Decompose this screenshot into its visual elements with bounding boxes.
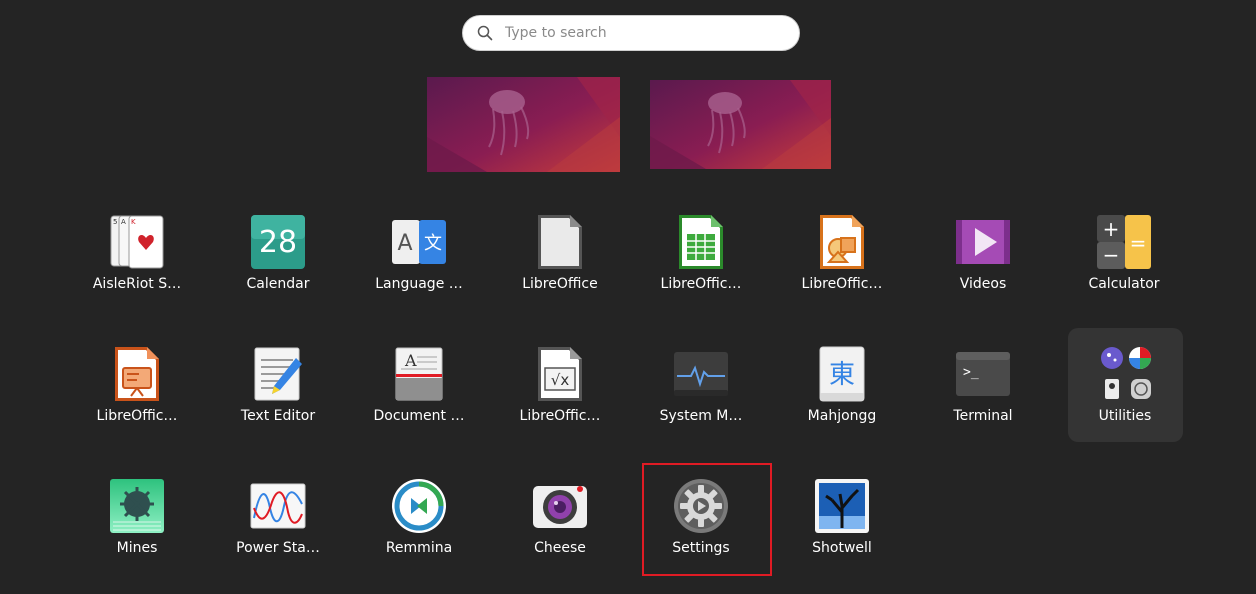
app-text-editor[interactable]: Text Editor [218,336,338,448]
app-mines[interactable]: Mines [77,468,197,580]
svg-text:=: = [1130,231,1147,255]
language-icon: A 文 [391,214,447,270]
libreoffice-impress-icon [109,346,165,402]
app-folder-utilities[interactable]: Utilities [1065,336,1185,448]
app-label: Mahjongg [807,408,877,424]
app-shotwell[interactable]: Shotwell [782,468,902,580]
remmina-icon [391,478,447,534]
system-monitor-icon [673,346,729,402]
utilities-folder-icon [1097,346,1153,402]
app-label: Terminal [953,408,1013,424]
app-language-support[interactable]: A 文 Language … [359,204,479,316]
wallpaper-image [427,77,620,172]
shotwell-icon [814,478,870,534]
app-label: Shotwell [812,540,872,556]
svg-text:A: A [397,231,412,256]
power-statistics-icon [250,478,306,534]
app-videos[interactable]: Videos [923,204,1043,316]
selection-highlight [642,463,772,576]
app-libreoffice[interactable]: LibreOffice [500,204,620,316]
svg-text:A: A [404,351,417,370]
app-label: LibreOffic… [96,408,178,424]
svg-text:文: 文 [424,233,442,254]
libreoffice-math-icon: √x [532,346,588,402]
workspace-thumbnail-2[interactable] [650,80,831,169]
svg-text:A: A [121,218,126,226]
svg-text:+: + [1103,217,1120,241]
libreoffice-calc-icon [673,214,729,270]
app-label: System M… [659,408,743,424]
terminal-icon: >_ [955,346,1011,402]
calculator-icon: + − = [1096,214,1152,270]
text-editor-icon [250,346,306,402]
svg-text:東: 東 [829,360,855,390]
mahjongg-icon: 東 [814,346,870,402]
app-label: Language … [375,276,463,292]
app-calculator[interactable]: + − = Calculator [1064,204,1184,316]
app-label: LibreOffic… [519,408,601,424]
app-terminal[interactable]: >_ Terminal [923,336,1043,448]
libreoffice-draw-icon [814,214,870,270]
app-cheese[interactable]: Cheese [500,468,620,580]
workspace-thumbnail-1[interactable] [427,77,620,172]
app-mahjongg[interactable]: 東 Mahjongg [782,336,902,448]
app-label: Utilities [1098,408,1152,424]
app-libreoffice-math[interactable]: √x LibreOffic… [500,336,620,448]
svg-text:5: 5 [113,218,117,226]
app-label: Mines [116,540,158,556]
cheese-icon [532,478,588,534]
svg-text:>_: >_ [963,365,979,380]
calendar-icon: 28 [250,214,306,270]
app-label: Text Editor [240,408,316,424]
app-aisleriot[interactable]: 5 A K AisleRiot S… [77,204,197,316]
cards-icon: 5 A K [109,214,165,270]
svg-text:√x: √x [551,371,570,389]
app-system-monitor[interactable]: System M… [641,336,761,448]
libreoffice-icon [532,214,588,270]
search-icon [477,25,493,41]
app-label: Remmina [385,540,453,556]
svg-text:−: − [1103,243,1120,267]
app-calendar[interactable]: 28 Calendar [218,204,338,316]
app-label: AisleRiot S… [92,276,182,292]
search-field[interactable] [462,15,800,51]
app-libreoffice-draw[interactable]: LibreOffic… [782,204,902,316]
mines-icon [109,478,165,534]
app-label: Videos [959,276,1007,292]
app-label: LibreOffic… [660,276,742,292]
app-libreoffice-calc[interactable]: LibreOffic… [641,204,761,316]
app-label: LibreOffic… [801,276,883,292]
app-label: LibreOffice [522,276,598,292]
app-label: Calendar [246,276,310,292]
app-power-statistics[interactable]: Power Sta… [218,468,338,580]
search-input[interactable] [505,25,799,41]
app-remmina[interactable]: Remmina [359,468,479,580]
videos-icon [955,214,1011,270]
app-label: Document … [373,408,465,424]
app-libreoffice-impress[interactable]: LibreOffic… [77,336,197,448]
app-label: Calculator [1088,276,1160,292]
svg-text:28: 28 [259,225,297,260]
wallpaper-image [650,80,831,169]
svg-text:K: K [131,218,136,226]
app-label: Power Sta… [236,540,320,556]
app-label: Cheese [534,540,586,556]
app-document-viewer[interactable]: A Document … [359,336,479,448]
document-viewer-icon: A [391,346,447,402]
